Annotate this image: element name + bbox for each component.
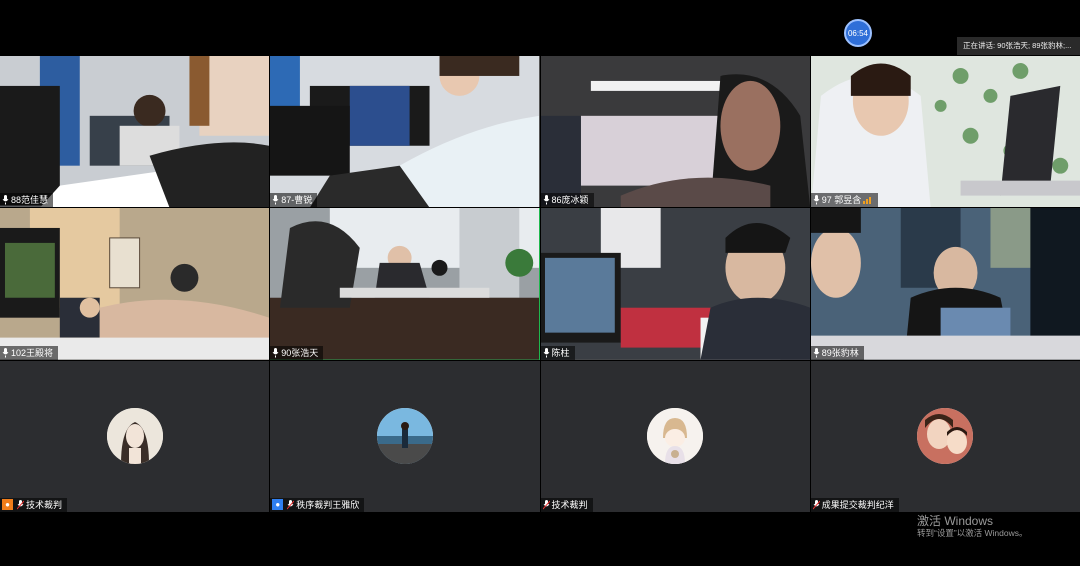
video-frame [810,56,1080,208]
mic-off-icon [287,499,295,510]
avatar-tile[interactable]: 技术裁判 [540,360,810,512]
video-grid: 88范佳慧 87-曹锐 86庞冰颖 97 郭昱含 102王殿将 90张浩天 陈柱… [0,56,1080,512]
mic-icon [2,347,9,358]
participant-label: 89张豹林 [810,345,864,360]
participant-label: 102王殿将 [0,345,59,360]
mic-icon [813,195,820,205]
mic-icon [2,195,9,205]
participant-name: 秩序裁判王雅欣 [296,499,360,510]
video-frame [540,56,810,208]
participant-name: 成果提交裁判纪洋 [821,499,894,510]
participant-name: 陈柱 [551,347,570,358]
avatar-tile[interactable]: ● 秩序裁判王雅欣 [270,360,540,512]
cohost-user-icon: ● [272,499,284,511]
avatar [647,408,704,465]
avatar [917,408,974,465]
participant-name: 102王殿将 [11,347,54,358]
video-tile[interactable]: 97 郭昱含 [810,56,1080,208]
participant-name: 90张浩天 [281,347,319,358]
participant-label: 90张浩天 [270,345,324,360]
video-frame [270,56,540,208]
participant-label: 技术裁判 [540,497,593,512]
mic-icon [813,347,820,358]
participant-label: 87-曹锐 [270,193,318,208]
participant-label: 成果提交裁判纪洋 [810,497,899,512]
mic-off-icon [812,499,820,510]
participant-label: 97 郭昱含 [810,193,879,208]
participant-name: 97 郭昱含 [821,195,862,206]
video-tile[interactable]: 87-曹锐 [270,56,540,208]
video-frame [0,208,270,360]
avatar [376,408,433,465]
video-frame [0,56,270,208]
participant-name: 技术裁判 [551,499,588,510]
video-tile[interactable]: 89张豹林 [810,208,1080,360]
participant-label: 86庞冰颖 [540,193,594,208]
participant-label: 88范佳慧 [0,193,54,208]
avatar-tile[interactable]: ● 技术裁判 [0,360,270,512]
participant-name: 88范佳慧 [11,195,49,206]
speaking-indicator: 正在讲话: 90张浩天; 89张豹林;... [957,37,1080,55]
mic-off-icon [17,499,24,510]
video-tile[interactable]: 102王殿将 [0,208,270,360]
participant-name: 89张豹林 [821,347,859,358]
participant-name: 技术裁判 [26,499,63,510]
host-user-icon: ● [2,499,13,511]
meeting-timer: 06:54 [844,19,872,47]
signal-icon [863,197,872,205]
avatar-tile[interactable]: 成果提交裁判纪洋 [810,360,1080,512]
mic-off-icon [542,499,550,510]
participant-label: ● 秩序裁判王雅欣 [270,497,365,512]
video-frame [270,208,540,360]
mic-icon [543,195,549,205]
video-frame [810,208,1080,360]
video-tile[interactable]: 86庞冰颖 [540,56,810,208]
mic-icon [543,347,549,358]
video-tile-active-speaker[interactable]: 90张浩天 [270,208,540,360]
video-tile[interactable]: 陈柱 [540,208,810,360]
video-frame [540,208,810,360]
participant-name: 86庞冰颖 [551,195,589,206]
mic-icon [272,347,279,358]
video-tile[interactable]: 88范佳慧 [0,56,270,208]
avatar [106,408,163,465]
participant-label: 陈柱 [540,345,575,360]
participant-label: ● 技术裁判 [0,497,68,512]
windows-activation-watermark-hint: 转到“设置”以激活 Windows。 [917,528,1028,538]
participant-name: 87-曹锐 [281,195,313,206]
mic-icon [272,195,279,205]
